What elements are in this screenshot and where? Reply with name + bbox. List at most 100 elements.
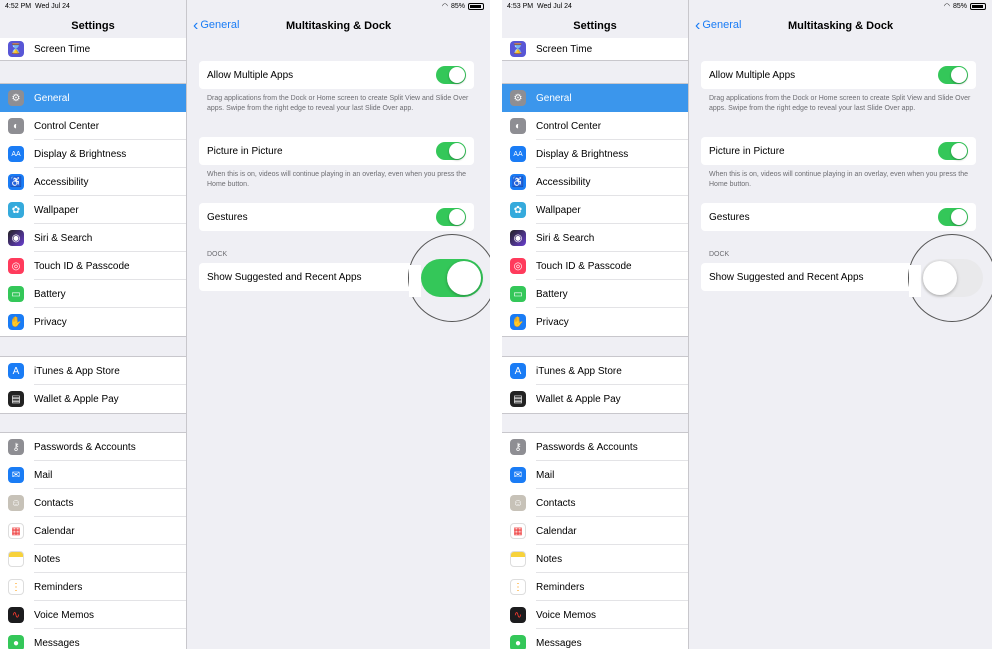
sidebar-item-voice-memos[interactable]: ∿ Voice Memos xyxy=(0,601,186,629)
toggle-track xyxy=(421,259,483,297)
app-store-icon: A xyxy=(8,363,24,379)
mail-icon: ✉ xyxy=(8,467,24,483)
toggle-knob xyxy=(951,67,967,83)
multitasking-detail-pane: ◠ 85% ‹ General Multitasking & Dock Allo… xyxy=(689,0,992,649)
sidebar-item-control-center[interactable]: ◐ Control Center xyxy=(502,112,688,140)
sidebar-group-3: ⚷ Passwords & Accounts ✉ Mail ☺ Contacts… xyxy=(0,432,186,649)
sidebar-item-itunes-app-store[interactable]: A iTunes & App Store xyxy=(0,357,186,385)
sidebar-item-calendar[interactable]: ▦ Calendar xyxy=(0,517,186,545)
gestures-row: Gestures xyxy=(199,203,474,231)
sidebar-item-contacts[interactable]: ☺ Contacts xyxy=(0,489,186,517)
allow-multiple-apps-label: Allow Multiple Apps xyxy=(709,69,796,81)
sidebar-item-privacy[interactable]: ✋ Privacy xyxy=(502,308,688,336)
sidebar-item-label: Calendar xyxy=(536,525,577,537)
picture-in-picture-row: Picture in Picture xyxy=(199,137,474,165)
sidebar-group-2: A iTunes & App Store ▤ Wallet & Apple Pa… xyxy=(0,356,186,414)
sidebar-item-messages[interactable]: ● Messages xyxy=(0,629,186,649)
sidebar-item-notes[interactable]: Notes xyxy=(502,545,688,573)
toggle-knob xyxy=(449,143,465,159)
sidebar-item-touch-id[interactable]: ◎ Touch ID & Passcode xyxy=(0,252,186,280)
notes-icon xyxy=(510,551,526,567)
sidebar-item-label: iTunes & App Store xyxy=(34,365,120,377)
sidebar-item-messages[interactable]: ● Messages xyxy=(502,629,688,649)
flower-icon: ✿ xyxy=(8,202,24,218)
status-time: 4:52 PM xyxy=(5,3,32,10)
sidebar-item-siri-search[interactable]: ◉ Siri & Search xyxy=(0,224,186,252)
status-indicators: ◠ 85% xyxy=(442,2,484,10)
sidebar-item-accessibility[interactable]: ♿ Accessibility xyxy=(502,168,688,196)
ipad-screen-after: 4:53 PM Wed Jul 24 Settings ⌛ Screen Tim… xyxy=(502,0,992,649)
sidebar-item-accessibility[interactable]: ♿ Accessibility xyxy=(0,168,186,196)
picture-in-picture-description: When this is on, videos will continue pl… xyxy=(207,171,467,188)
switches-icon: ◐ xyxy=(8,118,24,134)
sidebar-item-screen-time[interactable]: ⌛ Screen Time xyxy=(502,38,688,60)
sidebar-item-voice-memos[interactable]: ∿ Voice Memos xyxy=(502,601,688,629)
sidebar-item-mail[interactable]: ✉ Mail xyxy=(502,461,688,489)
sidebar-item-general[interactable]: ⚙ General xyxy=(502,84,688,112)
suggested-recent-apps-label: Show Suggested and Recent Apps xyxy=(207,271,362,283)
sidebar-item-contacts[interactable]: ☺ Contacts xyxy=(502,489,688,517)
contacts-icon: ☺ xyxy=(8,495,24,511)
dock-section-header: DOCK xyxy=(709,251,730,258)
sidebar-item-siri-search[interactable]: ◉ Siri & Search xyxy=(502,224,688,252)
allow-multiple-apps-toggle[interactable] xyxy=(436,66,466,84)
toggle-knob xyxy=(951,209,967,225)
sidebar-item-display-brightness[interactable]: AA Display & Brightness xyxy=(0,140,186,168)
sidebar-item-notes[interactable]: Notes xyxy=(0,545,186,573)
picture-in-picture-row: Picture in Picture xyxy=(701,137,976,165)
sidebar-item-wallet[interactable]: ▤ Wallet & Apple Pay xyxy=(0,385,186,413)
sidebar-item-label: Calendar xyxy=(34,525,75,537)
sidebar-item-reminders[interactable]: ⋮ Reminders xyxy=(0,573,186,601)
sidebar-item-label: Control Center xyxy=(34,120,100,132)
sidebar-item-label: Passwords & Accounts xyxy=(34,441,136,453)
settings-title: Settings xyxy=(573,20,617,32)
battery-icon: ▭ xyxy=(8,286,24,302)
sidebar-item-label: Screen Time xyxy=(34,43,91,55)
sidebar-item-control-center[interactable]: ◐ Control Center xyxy=(0,112,186,140)
sidebar-item-mail[interactable]: ✉ Mail xyxy=(0,461,186,489)
picture-in-picture-toggle[interactable] xyxy=(938,142,968,160)
calendar-icon: ▦ xyxy=(8,523,24,539)
sidebar-item-label: Privacy xyxy=(34,316,67,328)
sidebar-item-label: Touch ID & Passcode xyxy=(536,260,632,272)
picture-in-picture-toggle[interactable] xyxy=(436,142,466,160)
switches-icon: ◐ xyxy=(510,118,526,134)
sidebar-item-general[interactable]: ⚙ General xyxy=(0,84,186,112)
hand-icon: ✋ xyxy=(510,314,526,330)
toggle-knob xyxy=(951,143,967,159)
suggested-recent-apps-toggle-magnified[interactable] xyxy=(408,234,490,322)
siri-icon: ◉ xyxy=(8,230,24,246)
sidebar-item-wallpaper[interactable]: ✿ Wallpaper xyxy=(502,196,688,224)
sidebar-item-label: Accessibility xyxy=(536,176,591,188)
sidebar-item-passwords[interactable]: ⚷ Passwords & Accounts xyxy=(0,433,186,461)
sidebar-item-label: Contacts xyxy=(536,497,576,509)
reminders-icon: ⋮ xyxy=(510,579,526,595)
siri-icon: ◉ xyxy=(510,230,526,246)
sidebar-item-label: Battery xyxy=(536,288,568,300)
sidebar-item-itunes-app-store[interactable]: A iTunes & App Store xyxy=(502,357,688,385)
suggested-recent-apps-toggle-magnified[interactable] xyxy=(908,234,992,322)
sidebar-item-passwords[interactable]: ⚷ Passwords & Accounts xyxy=(502,433,688,461)
status-date: Wed Jul 24 xyxy=(537,3,572,10)
toggle-track xyxy=(921,259,983,297)
allow-multiple-apps-toggle[interactable] xyxy=(938,66,968,84)
sidebar-item-reminders[interactable]: ⋮ Reminders xyxy=(502,573,688,601)
sidebar-group-1: ⚙ General ◐ Control Center AA Display & … xyxy=(502,83,688,337)
fingerprint-icon: ◎ xyxy=(8,258,24,274)
gestures-toggle[interactable] xyxy=(436,208,466,226)
sidebar-item-battery[interactable]: ▭ Battery xyxy=(0,280,186,308)
key-icon: ⚷ xyxy=(510,439,526,455)
sidebar-item-calendar[interactable]: ▦ Calendar xyxy=(502,517,688,545)
text-size-icon: AA xyxy=(510,146,526,162)
sidebar-item-screen-time[interactable]: ⌛ Screen Time xyxy=(0,38,186,60)
sidebar-item-battery[interactable]: ▭ Battery xyxy=(502,280,688,308)
toggle-knob xyxy=(449,67,465,83)
sidebar-item-wallet[interactable]: ▤ Wallet & Apple Pay xyxy=(502,385,688,413)
gestures-toggle[interactable] xyxy=(938,208,968,226)
sidebar-item-touch-id[interactable]: ◎ Touch ID & Passcode xyxy=(502,252,688,280)
gestures-label: Gestures xyxy=(207,211,248,223)
sidebar-item-display-brightness[interactable]: AA Display & Brightness xyxy=(502,140,688,168)
sidebar-item-wallpaper[interactable]: ✿ Wallpaper xyxy=(0,196,186,224)
sidebar-item-privacy[interactable]: ✋ Privacy xyxy=(0,308,186,336)
allow-multiple-apps-row: Allow Multiple Apps xyxy=(199,61,474,89)
